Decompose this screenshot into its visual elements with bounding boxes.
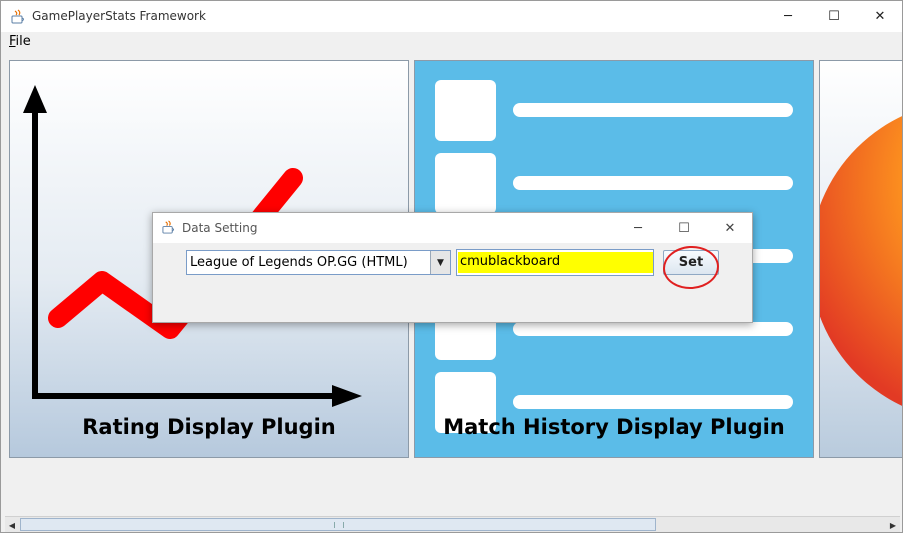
java-icon (162, 220, 175, 234)
third-plugin-panel[interactable] (819, 60, 902, 458)
dialog-maximize-button[interactable]: ☐ (661, 213, 707, 243)
window-title: GamePlayerStats Framework (32, 9, 206, 23)
rating-plugin-label: Rating Display Plugin (82, 415, 336, 439)
data-source-selected: League of Legends OP.GG (HTML) (190, 255, 408, 270)
minimize-button[interactable]: ─ (765, 1, 811, 32)
match-history-plugin-label: Match History Display Plugin (443, 415, 785, 439)
dialog-close-button[interactable]: ✕ (707, 213, 753, 243)
match-row-bar (513, 322, 793, 336)
menu-file[interactable]: File (9, 34, 31, 49)
menu-file-label: ile (15, 34, 31, 49)
orange-sphere-graphic (820, 116, 902, 406)
x-axis-arrowhead (332, 385, 362, 407)
match-row-bar (513, 395, 793, 409)
horizontal-scrollbar[interactable]: ◀ ▶ (5, 516, 900, 532)
match-thumbnail (435, 80, 496, 141)
y-axis-arrowhead (23, 85, 47, 113)
match-row-bar (513, 103, 793, 117)
title-bar: GamePlayerStats Framework ─ ☐ ✕ (1, 1, 902, 32)
dialog-title: Data Setting (182, 221, 258, 235)
set-button[interactable]: Set (663, 250, 719, 275)
player-name-value: cmublackboard (460, 254, 561, 269)
player-name-input[interactable]: cmublackboard (456, 249, 654, 276)
close-button[interactable]: ✕ (857, 1, 902, 32)
data-source-dropdown[interactable]: League of Legends OP.GG (HTML) ▼ (186, 250, 451, 275)
scrollbar-grip-icon (334, 522, 344, 528)
dropdown-arrow-icon[interactable]: ▼ (430, 251, 450, 274)
match-thumbnail (435, 153, 496, 214)
maximize-button[interactable]: ☐ (811, 1, 857, 32)
scroll-left-arrow[interactable]: ◀ (5, 517, 19, 532)
match-row-bar (513, 176, 793, 190)
dialog-title-bar: Data Setting ─ ☐ ✕ (153, 213, 752, 243)
data-setting-dialog: Data Setting ─ ☐ ✕ League of Legends OP.… (152, 212, 753, 323)
scrollbar-thumb[interactable] (20, 518, 656, 531)
main-window: GamePlayerStats Framework ─ ☐ ✕ File Rat… (0, 0, 903, 533)
java-icon (11, 9, 24, 24)
dialog-minimize-button[interactable]: ─ (615, 213, 661, 243)
menu-bar: File (1, 32, 902, 53)
scroll-right-arrow[interactable]: ▶ (886, 517, 900, 532)
